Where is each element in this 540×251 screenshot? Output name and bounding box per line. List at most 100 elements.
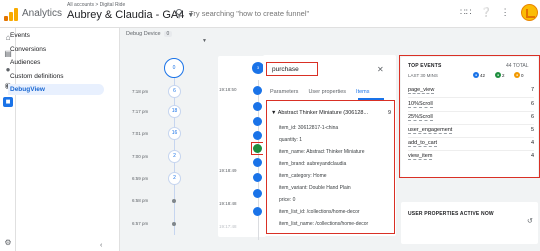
divider — [408, 150, 534, 151]
minute-dot[interactable] — [172, 199, 176, 203]
top-event-name[interactable]: 10%Scroll — [408, 101, 433, 108]
debug-device-selector[interactable]: Debug Device 0 — [126, 31, 173, 37]
minute-time: 7:17 pm — [132, 109, 149, 114]
second-time: 19:18:48 — [219, 201, 237, 206]
minute-time: 7:18 pm — [132, 89, 149, 94]
flag-icon: ● — [495, 72, 501, 78]
event-icon[interactable] — [253, 189, 262, 198]
second-time: 19:18:49 — [219, 168, 237, 173]
item-param: item_list_id: /collections/home-decor — [279, 209, 360, 215]
top-event-row[interactable]: 10%Scroll 6 — [408, 101, 534, 108]
top-event-name[interactable]: view_item — [408, 153, 433, 160]
event-icon[interactable] — [253, 102, 262, 111]
top-event-count: 6 — [530, 114, 534, 120]
nav-item-audiences[interactable]: Audiences — [8, 57, 104, 68]
top-event-count: 5 — [530, 127, 534, 133]
minute-bubble[interactable]: 2 — [168, 150, 181, 163]
top-event-count: 4 — [530, 140, 534, 146]
top-event-count: 6 — [530, 101, 534, 107]
event-detail-tabs: Parameters User properties Items — [270, 89, 370, 95]
top-events-title: TOP EVENTS — [408, 63, 442, 69]
tab-user-properties[interactable]: User properties — [308, 89, 346, 95]
event-name: purchase — [272, 66, 299, 73]
minute-bubble-current[interactable]: 0 — [164, 58, 184, 78]
minute-time: 7:00 pm — [132, 154, 149, 159]
close-icon[interactable]: ✕ — [377, 65, 384, 74]
event-icon[interactable] — [253, 207, 262, 216]
minute-dot[interactable] — [172, 222, 176, 226]
item-param: item_brand: aubreyandclaudia — [279, 161, 347, 167]
avatar[interactable] — [521, 4, 538, 21]
top-event-name[interactable]: add_to_cart — [408, 140, 438, 147]
analytics-logo-icon[interactable] — [4, 7, 18, 21]
top-event-row[interactable]: 25%Scroll 6 — [408, 114, 534, 121]
search-input[interactable] — [189, 8, 390, 18]
top-event-row[interactable]: add_to_cart 4 — [408, 140, 534, 147]
minute-bubble[interactable]: 16 — [168, 127, 181, 140]
help-icon[interactable]: ❔ — [480, 7, 491, 18]
top-event-count: 7 — [530, 87, 534, 93]
search-icon: ⚲ — [175, 7, 184, 20]
top-event-name[interactable]: 25%Scroll — [408, 114, 433, 121]
item-header[interactable]: ▼ Abstract Thinker Miniature (306128... … — [271, 110, 391, 116]
top-event-count: 4 — [530, 153, 534, 159]
item-title: Abstract Thinker Miniature (306128... — [277, 110, 369, 116]
user-properties-card — [401, 202, 538, 244]
nav-item-debugview[interactable]: DebugView — [8, 84, 104, 95]
configure-icon[interactable]: ■ — [3, 97, 13, 107]
admin-gear-icon[interactable]: ⚙ — [3, 238, 13, 248]
second-time: 19:17:48 — [219, 224, 237, 229]
app-title: Analytics — [22, 8, 63, 19]
user-properties-title: USER PROPERTIES ACTIVE NOW — [408, 211, 494, 217]
nav-item-custom-definitions[interactable]: Custom definitions — [8, 71, 104, 82]
minute-time: 6:57 pm — [132, 221, 149, 226]
second-time: 19:18:50 — [219, 87, 237, 92]
top-event-name[interactable]: page_view — [408, 87, 435, 94]
event-icon[interactable] — [253, 117, 262, 126]
top-event-row[interactable]: user_engagement 5 — [408, 127, 534, 134]
toolbar-icons: ∷∷ ❔ ⋮ — [460, 7, 510, 18]
divider — [408, 97, 534, 98]
item-param: quantity: 1 — [279, 137, 303, 143]
event-icon[interactable] — [253, 86, 262, 95]
tab-parameters[interactable]: Parameters — [270, 89, 298, 95]
history-icon[interactable]: ↺ — [527, 217, 533, 225]
collapse-nav-icon[interactable]: ‹ — [100, 242, 102, 249]
dropdown-caret-icon[interactable]: ▼ — [202, 38, 207, 44]
breadcrumb: All accounts > Digital Ride — [67, 2, 126, 8]
divider — [408, 111, 534, 112]
search-bar[interactable]: ⚲ — [175, 4, 425, 22]
conversion-count-badge: ● 42 — [473, 72, 486, 78]
item-param: item_list_name: /collections/home-decor — [279, 221, 369, 227]
top-events-total: 44 TOTAL — [506, 63, 529, 69]
nav-item-conversions[interactable]: Conversions — [8, 44, 104, 55]
account-name: Aubrey & Claudia - GA4 — [67, 9, 185, 21]
debug-device-label: Debug Device — [126, 31, 161, 37]
top-event-name[interactable]: user_engagement — [408, 127, 453, 134]
apps-grid-icon[interactable]: ∷∷ — [460, 7, 471, 18]
nav-item-events[interactable]: Events — [8, 30, 104, 41]
divider — [408, 137, 534, 138]
conversion-icon: ● — [473, 72, 479, 78]
top-event-row[interactable]: view_item 4 — [408, 153, 534, 160]
minute-bubble[interactable]: 18 — [168, 105, 181, 118]
item-param: price: 0 — [279, 197, 296, 203]
divider — [408, 124, 534, 125]
item-param: item_category: Home — [279, 173, 327, 179]
caret-down-icon: ▼ — [271, 110, 277, 116]
tab-items[interactable]: Items — [356, 89, 369, 95]
error-count-badge: ● 0 — [514, 72, 524, 78]
top-events-period: LAST 30 MINS — [408, 73, 438, 78]
more-vert-icon[interactable]: ⋮ — [501, 7, 510, 18]
minute-bubble[interactable]: 2 — [168, 172, 181, 185]
event-icon[interactable] — [253, 158, 262, 167]
item-param: item_name: Abstract Thinker Miniature — [279, 149, 365, 155]
top-event-row[interactable]: page_view 7 — [408, 87, 534, 94]
event-icon[interactable] — [253, 173, 262, 182]
flag-count-badge: ● 2 — [495, 72, 505, 78]
minute-time: 6:59 pm — [132, 176, 149, 181]
event-icon[interactable] — [253, 131, 262, 140]
minute-time: 6:58 pm — [132, 198, 149, 203]
minute-bubble[interactable]: 6 — [168, 85, 181, 98]
item-param: item_variant: Double Hand Plain — [279, 185, 351, 191]
